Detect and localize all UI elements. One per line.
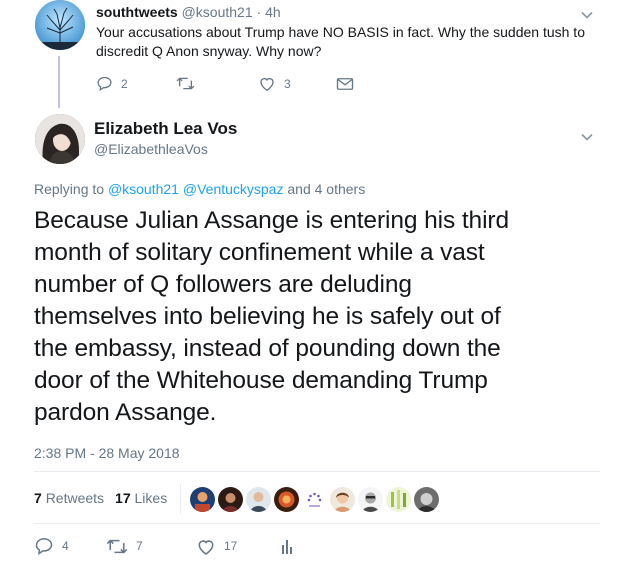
- parent-time[interactable]: 4h: [265, 4, 281, 20]
- tweet-text-line: the embassy, instead of pounding down th…: [34, 335, 501, 362]
- likes-stat-count: 17: [115, 490, 131, 506]
- avatar[interactable]: [35, 114, 85, 164]
- likes-stat[interactable]: 17 Likes: [115, 490, 167, 506]
- main-action-bar: 4 7 17: [34, 536, 294, 556]
- parent-reply-count: 2: [121, 76, 128, 91]
- parent-dm-button[interactable]: [336, 76, 354, 92]
- reply-button[interactable]: 4: [34, 536, 106, 556]
- liker-avatar[interactable]: [302, 487, 327, 512]
- bar-chart-icon: [282, 540, 292, 554]
- analytics-button[interactable]: [280, 537, 294, 555]
- parent-text-line: discredit Q Anon snyway. Why now?: [96, 43, 322, 59]
- stats-separator: [180, 484, 181, 514]
- tree-avatar-icon: [35, 0, 85, 50]
- reply-count: 4: [62, 539, 69, 553]
- retweet-count: 7: [136, 539, 143, 553]
- author-handle[interactable]: @ElizabethleaVos: [94, 141, 208, 157]
- parent-tweet-text: Your accusations about Trump have NO BAS…: [96, 23, 606, 61]
- reply-mention-link[interactable]: @ksouth21: [108, 181, 179, 197]
- reply-others-link[interactable]: and 4 others: [287, 181, 365, 197]
- tweet-text-line: number of Q followers are deluding: [34, 271, 412, 298]
- replying-prefix: Replying to: [34, 181, 105, 197]
- thread-connector-line: [58, 56, 60, 108]
- retweet-icon: [106, 539, 128, 553]
- liker-avatar[interactable]: [190, 487, 215, 512]
- heart-icon: [260, 77, 274, 92]
- parent-text-line: Your accusations about Trump have NO BAS…: [96, 24, 585, 40]
- parent-reply-button[interactable]: 2: [96, 75, 176, 92]
- liker-avatar[interactable]: [386, 487, 411, 512]
- reply-mention-link[interactable]: @Ventuckyspaz: [183, 181, 284, 197]
- engagement-stats: 7 Retweets 17 Likes: [34, 490, 167, 506]
- reply-icon: [35, 538, 53, 556]
- tweet-text-line: themselves into believing he is safely o…: [34, 303, 501, 330]
- parent-retweet-button[interactable]: [176, 75, 258, 92]
- parent-menu-chevron-icon[interactable]: [580, 8, 594, 22]
- parent-tweet-header: southtweets @ksouth21 · 4h: [96, 4, 281, 20]
- tweet-text-line: Because Julian Assange is entering his t…: [34, 207, 510, 234]
- like-button[interactable]: 17: [196, 537, 280, 556]
- divider: [34, 471, 600, 472]
- tweet-text-line: door of the Whitehouse demanding Trump: [34, 367, 488, 394]
- retweets-stat-count: 7: [34, 490, 42, 506]
- liker-avatar[interactable]: [330, 487, 355, 512]
- parent-action-bar: 2 3: [96, 75, 354, 92]
- envelope-icon: [336, 77, 354, 90]
- parent-handle[interactable]: @ksouth21: [182, 4, 253, 20]
- tweet-timestamp[interactable]: 2:38 PM - 28 May 2018: [34, 445, 180, 461]
- retweet-button[interactable]: 7: [106, 537, 196, 556]
- parent-display-name[interactable]: southtweets: [96, 4, 178, 20]
- avatar[interactable]: [35, 0, 85, 50]
- retweets-stat-label: Retweets: [45, 490, 105, 506]
- liker-avatar[interactable]: [274, 487, 299, 512]
- parent-time-separator: ·: [256, 4, 262, 20]
- liker-avatars: [190, 487, 439, 512]
- reply-icon: [97, 76, 112, 92]
- retweet-icon: [176, 77, 195, 90]
- like-count: 17: [224, 539, 238, 553]
- tweet-text-line: month of solitary confinement while a va…: [34, 239, 485, 266]
- parent-like-count: 3: [284, 76, 291, 91]
- profile-photo-icon: [35, 114, 85, 164]
- parent-like-button[interactable]: 3: [258, 75, 336, 92]
- tweet-text-line: pardon Assange.: [34, 399, 217, 426]
- replying-to-line: Replying to @ksouth21 @Ventuckyspaz and …: [34, 181, 365, 197]
- liker-avatar[interactable]: [246, 487, 271, 512]
- likes-stat-label: Likes: [134, 490, 168, 506]
- retweets-stat[interactable]: 7 Retweets: [34, 490, 104, 506]
- tweet-body-text: Because Julian Assange is entering his t…: [34, 205, 604, 429]
- heart-icon: [198, 539, 214, 555]
- liker-avatar[interactable]: [218, 487, 243, 512]
- liker-avatar[interactable]: [358, 487, 383, 512]
- main-menu-chevron-icon[interactable]: [580, 130, 594, 144]
- divider: [34, 523, 600, 524]
- liker-avatar[interactable]: [414, 487, 439, 512]
- author-display-name[interactable]: Elizabeth Lea Vos: [94, 119, 237, 139]
